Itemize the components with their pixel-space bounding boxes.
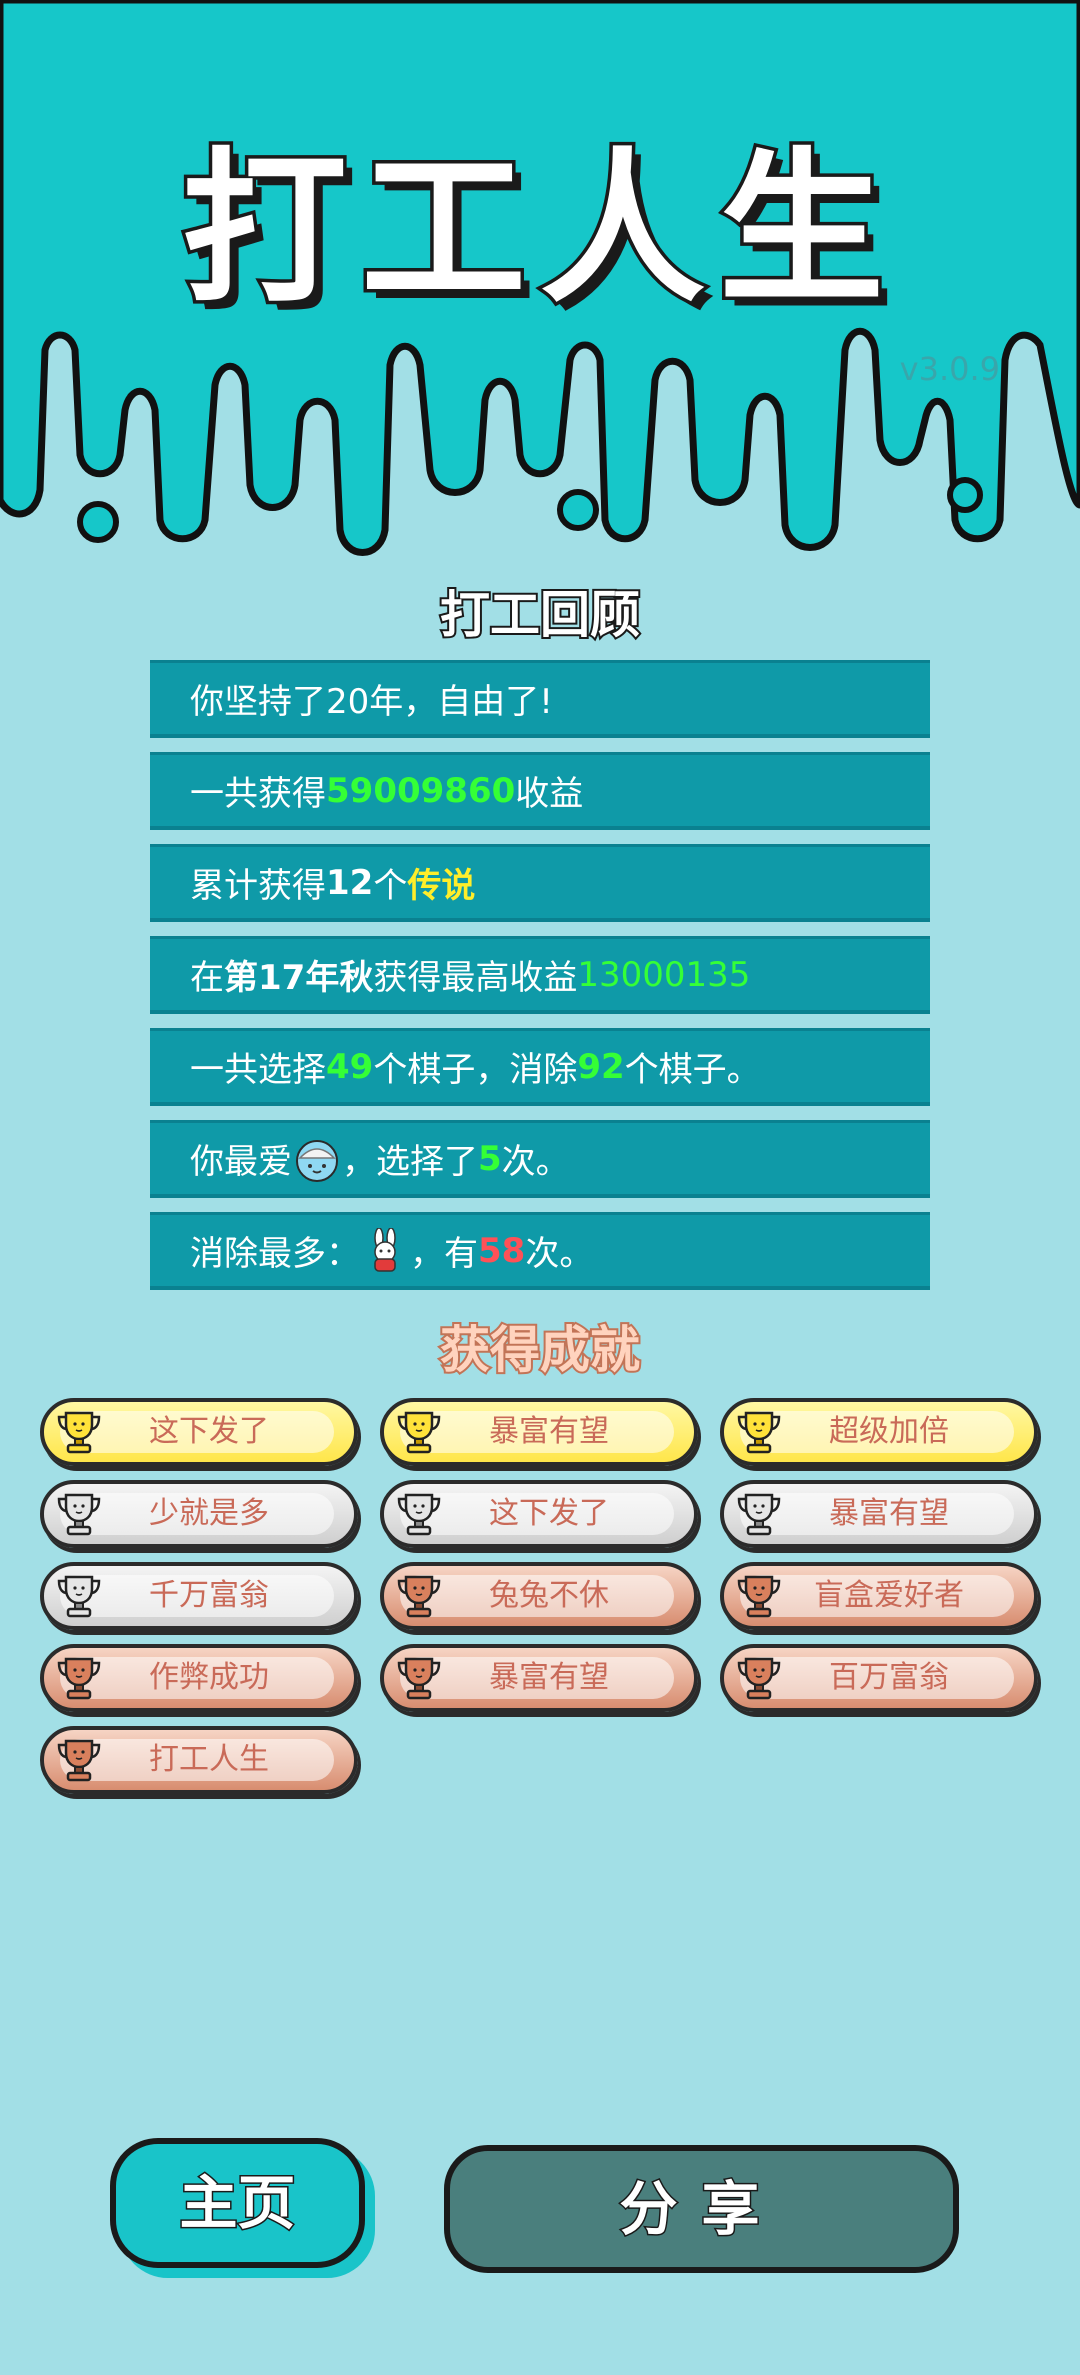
row-text: 获得最高收益 [373, 958, 578, 998]
achievement-badge: 暴富有望 [380, 1398, 698, 1466]
home-button[interactable]: 主页 [110, 2138, 365, 2268]
achievements-grid: 这下发了 暴富有望 超级加倍 少就是多 这下发了 暴富有望 千万富翁 兔兔不休 盲盒爱好者 作弊成… [40, 1398, 1040, 1794]
rabbit-icon [374, 1227, 396, 1272]
achievement-badge: 少就是多 [40, 1480, 358, 1548]
achievement-badge: 千万富翁 [40, 1562, 358, 1630]
review-row-best-season: 在 第17年秋 获得最高收益 13000135 [150, 936, 930, 1014]
review-row-legends: 累计获得 12 个传说 [150, 844, 930, 922]
row-text: 消除最多： [190, 1234, 360, 1274]
achievement-badge: 这下发了 [380, 1480, 698, 1548]
achievement-badge: 暴富有望 [720, 1480, 1038, 1548]
review-row-total-income: 一共获得 59009860 收益 [150, 752, 930, 830]
achievement-label: 暴富有望 [489, 1660, 609, 1695]
row-text: 收益 [515, 774, 584, 814]
review-row-pieces: 一共选择 49 个棋子，消除 92 个棋子。 [150, 1028, 930, 1106]
row-text: 个棋子。 [624, 1050, 761, 1090]
achievement-label: 作弊成功 [149, 1660, 269, 1695]
share-button[interactable]: 分享 [444, 2145, 959, 2273]
achievement-badge: 百万富翁 [720, 1644, 1038, 1712]
row-text: ，有 [410, 1234, 478, 1274]
achievement-label: 这下发了 [149, 1414, 269, 1449]
row-text: 个 [373, 866, 408, 906]
row-text: 在 [190, 958, 224, 998]
review-list: 你坚持了20年，自由了! 一共获得 59009860 收益 累计获得 12 个传说 在 … [150, 660, 930, 1304]
row-text: 一共选择 [190, 1050, 326, 1090]
favorite-count: 5 [478, 1138, 502, 1179]
row-text: 一共获得 [190, 774, 326, 814]
achievement-label: 这下发了 [489, 1496, 609, 1531]
legend-label: 传说 [407, 866, 476, 906]
row-text: 次。 [525, 1234, 594, 1274]
row-text: 累计获得 [190, 866, 326, 906]
legend-count: 12 [326, 862, 374, 903]
row-text: ，选择了 [342, 1142, 478, 1182]
achievement-label: 少就是多 [149, 1496, 269, 1531]
achievement-badge: 盲盒爱好者 [720, 1562, 1038, 1630]
rice-bowl-icon [296, 1139, 338, 1182]
achievement-label: 盲盒爱好者 [814, 1578, 964, 1613]
review-row-favorite: 你最爱 ，选择了 5 次。 [150, 1120, 930, 1198]
achievement-label: 兔兔不休 [489, 1578, 609, 1613]
row-text: 次。 [501, 1142, 570, 1182]
achievement-label: 百万富翁 [829, 1660, 949, 1695]
best-season: 第17年秋 [224, 958, 374, 998]
review-row-years: 你坚持了20年，自由了! [150, 660, 930, 738]
achievement-label: 千万富翁 [149, 1578, 269, 1613]
achievement-badge: 打工人生 [40, 1726, 358, 1794]
achievement-label: 暴富有望 [489, 1414, 609, 1449]
achievement-label: 超级加倍 [829, 1414, 949, 1449]
achievement-badge: 暴富有望 [380, 1644, 698, 1712]
total-income-value: 59009860 [326, 770, 516, 811]
achievement-badge: 兔兔不休 [380, 1562, 698, 1630]
pieces-selected: 49 [326, 1046, 374, 1087]
achievement-label: 暴富有望 [829, 1496, 949, 1531]
review-row-most-removed: 消除最多： ，有 58 次。 [150, 1212, 930, 1290]
review-title: 打工回顾 [438, 584, 642, 646]
achievements-title: 获得成就 [438, 1319, 642, 1381]
most-removed-count: 58 [478, 1230, 526, 1271]
achievement-badge: 这下发了 [40, 1398, 358, 1466]
app-title: 打工人生 [179, 130, 898, 329]
row-text: 你最爱 [190, 1142, 292, 1182]
achievement-badge: 作弊成功 [40, 1644, 358, 1712]
version-label: v3.0.9 [899, 350, 1000, 388]
pieces-removed: 92 [577, 1046, 625, 1087]
achievement-label: 打工人生 [149, 1742, 269, 1777]
row-text: 个棋子，消除 [373, 1050, 578, 1090]
achievement-badge: 超级加倍 [720, 1398, 1038, 1466]
best-income-value: 13000135 [577, 954, 751, 995]
row-text: 你坚持了20年，自由了! [190, 682, 553, 722]
